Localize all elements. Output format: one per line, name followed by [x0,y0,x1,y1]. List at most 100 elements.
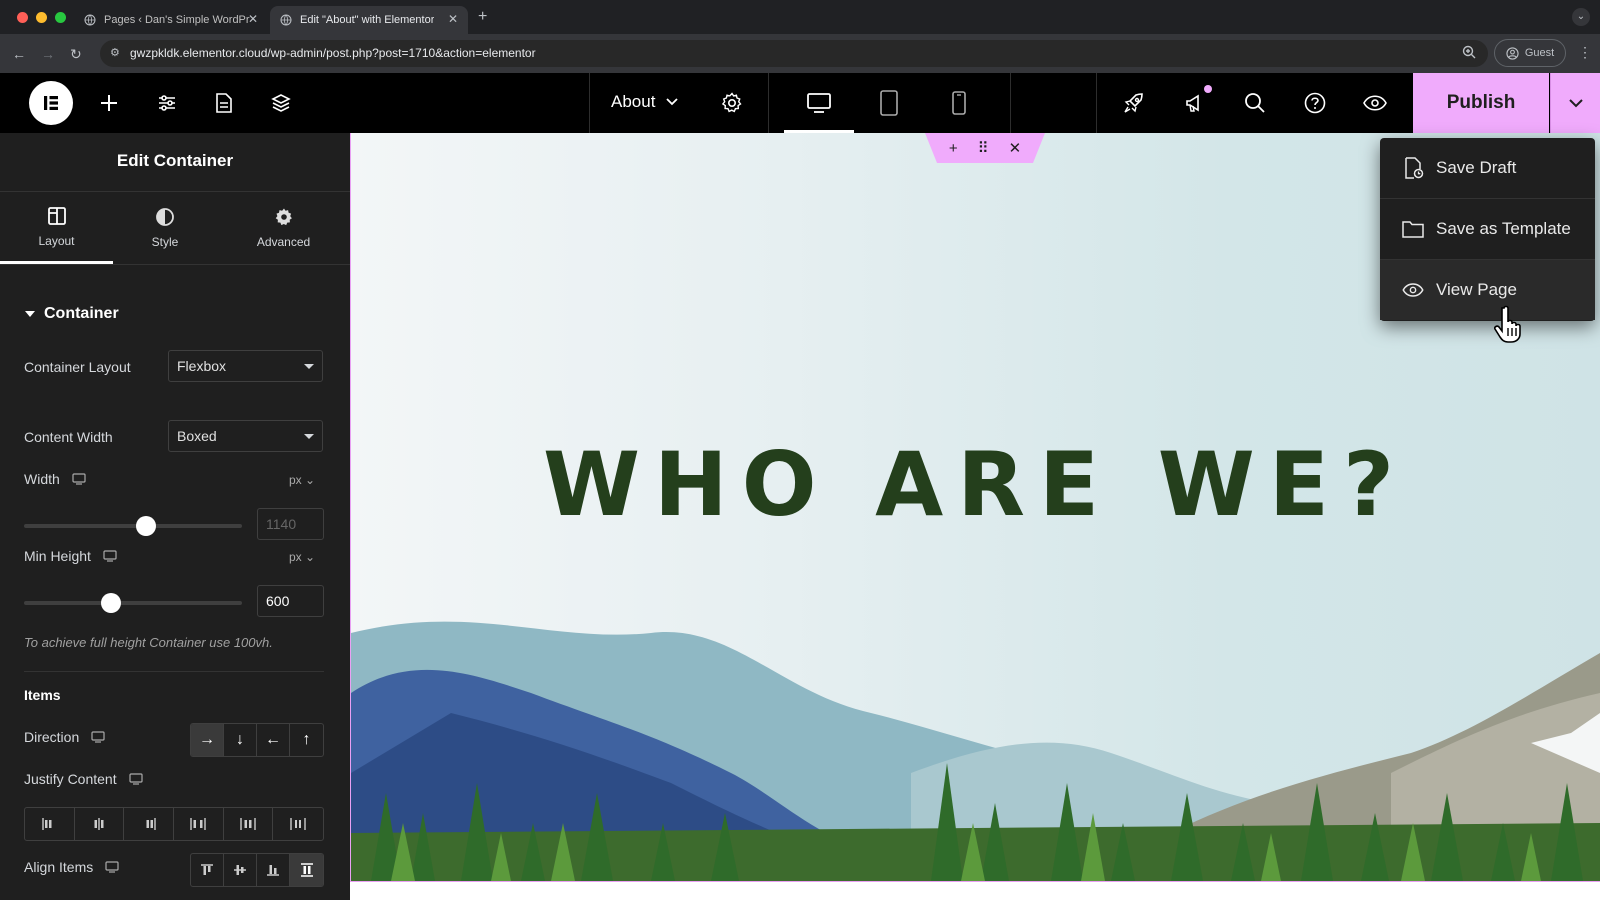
notifications-button[interactable] [1183,73,1207,133]
justify-end-button[interactable] [124,808,175,840]
preview-button[interactable] [1362,73,1388,133]
slider-handle[interactable] [136,516,157,536]
justify-center-button[interactable] [75,808,125,840]
save-as-template-menu-item[interactable]: Save as Template [1380,199,1595,259]
gear-icon [721,92,742,113]
tab-label: Advanced [256,235,311,249]
desktop-icon[interactable] [72,473,86,485]
width-slider[interactable] [24,516,242,536]
forward-icon[interactable]: → [41,46,55,62]
desktop-icon[interactable] [91,731,105,743]
launch-button[interactable] [1122,73,1146,133]
close-tab-icon[interactable]: ✕ [248,12,258,26]
browser-tab-active[interactable]: Edit "About" with Elementor ✕ [270,6,468,34]
desktop-icon [807,93,831,113]
tab-title: Pages ‹ Dan's Simple WordPr [104,14,250,26]
justify-end-icon [146,818,156,830]
elementor-logo-button[interactable] [29,81,73,125]
container-layout-select[interactable]: Flexbox [168,350,323,382]
justify-start-button[interactable] [25,808,75,840]
browser-tab[interactable]: Pages ‹ Dan's Simple WordPr ✕ [74,6,268,34]
view-page-menu-item[interactable]: View Page [1380,260,1595,320]
publish-options-button[interactable] [1550,73,1600,133]
desktop-icon[interactable] [129,773,143,785]
container-handle: + ⠿ ✕ [925,133,1045,163]
page-settings-button[interactable] [212,73,236,133]
close-tab-icon[interactable]: ✕ [448,12,458,26]
tab-layout[interactable]: Layout [0,192,113,264]
save-draft-icon [1405,157,1424,179]
align-center-button[interactable] [224,854,257,886]
site-settings-button[interactable] [155,73,179,133]
close-window-button[interactable] [17,12,28,23]
desktop-view-button[interactable] [806,73,832,133]
tab-advanced[interactable]: Advanced [217,192,350,264]
back-icon[interactable]: ← [12,46,26,62]
help-icon [1304,92,1326,114]
min-height-slider[interactable] [24,593,242,613]
search-button[interactable] [1243,73,1267,133]
arrow-up-icon: ↑ [302,731,311,748]
hero-heading[interactable]: WHO ARE WE? [351,433,1600,536]
url-field[interactable]: ⚙ gwzpkldk.elementor.cloud/wp-admin/post… [100,40,1488,67]
justify-content-buttons [24,807,324,841]
chevron-down-icon [1569,99,1583,108]
help-button[interactable] [1303,73,1327,133]
direction-row-button[interactable]: → [191,724,224,756]
desktop-icon[interactable] [105,861,119,873]
site-settings-icon [159,95,175,111]
menu-label: Save Draft [1436,158,1517,177]
justify-content-label: Justify Content [24,771,117,787]
direction-label-row: Direction [24,729,105,745]
select-value: Flexbox [177,358,227,374]
profile-button[interactable]: Guest [1494,39,1566,67]
new-tab-button[interactable]: + [478,8,487,26]
content-width-select[interactable]: Boxed [168,420,323,452]
add-element-button[interactable] [97,73,121,133]
page-name: About [611,92,656,111]
direction-column-reverse-button[interactable]: ↑ [290,724,323,756]
profile-icon [1506,46,1519,60]
arrow-right-icon: → [199,731,215,748]
width-input[interactable]: 1140 [257,508,324,540]
align-items-label: Align Items [24,859,94,875]
page-icon [216,93,232,113]
site-info-icon[interactable]: ⚙ [110,46,120,59]
tab-style[interactable]: Style [113,192,217,264]
slider-handle[interactable] [101,593,122,613]
align-start-button[interactable] [191,854,224,886]
publish-button[interactable]: Publish [1413,73,1549,133]
mobile-view-button[interactable] [947,73,971,133]
min-height-input[interactable]: 600 [257,585,324,617]
min-height-unit-select[interactable]: px ⌄ [289,550,315,564]
browser-tab-bar: Pages ‹ Dan's Simple WordPr ✕ Edit "Abou… [0,0,1600,34]
justify-space-around-icon [240,818,256,830]
page-selector[interactable]: About [611,92,679,112]
minimize-window-button[interactable] [36,12,47,23]
maximize-window-button[interactable] [55,12,66,23]
drag-handle-icon[interactable]: ⠿ [978,139,989,157]
page-settings-gear-button[interactable] [720,73,744,133]
close-icon[interactable]: ✕ [1009,139,1022,157]
width-unit-select[interactable]: px ⌄ [289,473,315,487]
add-icon[interactable]: + [949,140,958,157]
justify-space-between-button[interactable] [174,808,224,840]
desktop-icon[interactable] [103,550,117,562]
justify-center-icon [94,818,104,830]
align-end-button[interactable] [257,854,290,886]
justify-space-evenly-button[interactable] [273,808,323,840]
reload-icon[interactable]: ↻ [70,46,82,63]
save-draft-menu-item[interactable]: Save Draft [1380,138,1595,198]
navigator-button[interactable] [269,73,293,133]
align-stretch-button[interactable] [290,854,323,886]
direction-column-button[interactable]: ↓ [224,724,257,756]
browser-menu-icon[interactable]: ⋮ [1578,44,1592,61]
mobile-icon [952,91,966,115]
direction-row-reverse-button[interactable]: ← [257,724,290,756]
tablet-view-button[interactable] [876,73,902,133]
section-toggle-container[interactable]: Container [24,305,119,323]
justify-space-around-button[interactable] [224,808,274,840]
tab-search-button[interactable]: ⌄ [1572,8,1590,26]
zoom-icon[interactable] [1462,45,1476,59]
min-height-label-row: Min Height [24,548,117,564]
